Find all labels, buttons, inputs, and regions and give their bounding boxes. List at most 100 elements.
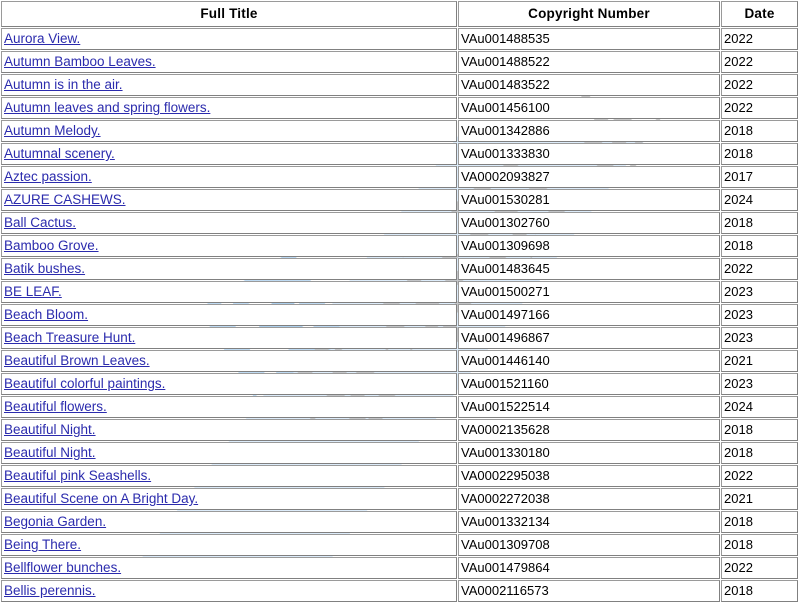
cell-full-title: Batik bushes. — [1, 258, 457, 280]
cell-full-title: Autumnal scenery. — [1, 143, 457, 165]
title-link[interactable]: Aurora View. — [4, 31, 80, 46]
cell-date: 2023 — [721, 373, 798, 395]
title-link[interactable]: Beautiful Brown Leaves. — [4, 353, 150, 368]
title-link[interactable]: Autumn leaves and spring flowers. — [4, 100, 210, 115]
cell-copyright-number: VAu001488535 — [458, 28, 720, 50]
cell-full-title: Autumn leaves and spring flowers. — [1, 97, 457, 119]
table-row: Beautiful Brown Leaves. VAu001446140 2021 — [1, 350, 798, 372]
cell-date: 2022 — [721, 97, 798, 119]
title-link[interactable]: Being There. — [4, 537, 81, 552]
title-link[interactable]: Beach Treasure Hunt. — [4, 330, 135, 345]
cell-copyright-number: VA0002135628 — [458, 419, 720, 441]
cell-date: 2018 — [721, 419, 798, 441]
cell-copyright-number: VAu001500271 — [458, 281, 720, 303]
table-header-row: Full Title Copyright Number Date — [1, 1, 798, 27]
column-header-date[interactable]: Date — [721, 1, 798, 27]
cell-copyright-number: VAu001522514 — [458, 396, 720, 418]
cell-date: 2018 — [721, 235, 798, 257]
table-header: Full Title Copyright Number Date — [1, 1, 798, 27]
cell-full-title: Beautiful colorful paintings. — [1, 373, 457, 395]
table-row: Bellflower bunches. VAu001479864 2022 — [1, 557, 798, 579]
table-row: Beautiful pink Seashells. VA0002295038 202… — [1, 465, 798, 487]
title-link[interactable]: Aztec passion. — [4, 169, 92, 184]
cell-date: 2023 — [721, 327, 798, 349]
cell-full-title: Ball Cactus. — [1, 212, 457, 234]
table-row: Beautiful flowers. VAu001522514 2024 — [1, 396, 798, 418]
table-row: Beach Bloom. VAu001497166 2023 — [1, 304, 798, 326]
title-link[interactable]: Bamboo Grove. — [4, 238, 99, 253]
title-link[interactable]: Autumnal scenery. — [4, 146, 115, 161]
cell-copyright-number: VAu001530281 — [458, 189, 720, 211]
cell-full-title: Beach Treasure Hunt. — [1, 327, 457, 349]
table-row: Autumn Melody. VAu001342886 2018 — [1, 120, 798, 142]
cell-copyright-number: VAu001483645 — [458, 258, 720, 280]
title-link[interactable]: Beautiful Night. — [4, 422, 96, 437]
cell-full-title: Beautiful Night. — [1, 419, 457, 441]
cell-copyright-number: VAu001496867 — [458, 327, 720, 349]
cell-date: 2018 — [721, 143, 798, 165]
table-row: Autumn is in the air. VAu001483522 2022 — [1, 74, 798, 96]
cell-copyright-number: VA0002116573 — [458, 580, 720, 602]
cell-date: 2022 — [721, 557, 798, 579]
cell-full-title: Autumn is in the air. — [1, 74, 457, 96]
cell-full-title: Beautiful pink Seashells. — [1, 465, 457, 487]
title-link[interactable]: Beautiful pink Seashells. — [4, 468, 151, 483]
cell-date: 2022 — [721, 28, 798, 50]
column-header-copyright-number[interactable]: Copyright Number — [458, 1, 720, 27]
cell-full-title: AZURE CASHEWS. — [1, 189, 457, 211]
table-row: Bellis perennis. VA0002116573 2018 — [1, 580, 798, 602]
title-link[interactable]: Ball Cactus. — [4, 215, 76, 230]
table-row: Beautiful Night. VAu001330180 2018 — [1, 442, 798, 464]
cell-full-title: Beach Bloom. — [1, 304, 457, 326]
title-link[interactable]: Begonia Garden. — [4, 514, 106, 529]
table-row: Aurora View. VAu001488535 2022 — [1, 28, 798, 50]
title-link[interactable]: Beautiful flowers. — [4, 399, 107, 414]
cell-copyright-number: VAu001483522 — [458, 74, 720, 96]
table-row: Beach Treasure Hunt. VAu001496867 2023 — [1, 327, 798, 349]
cell-date: 2018 — [721, 511, 798, 533]
title-link[interactable]: AZURE CASHEWS. — [4, 192, 126, 207]
cell-copyright-number: VAu001479864 — [458, 557, 720, 579]
title-link[interactable]: Beautiful Night. — [4, 445, 96, 460]
title-link[interactable]: Autumn Bamboo Leaves. — [4, 54, 156, 69]
cell-date: 2023 — [721, 281, 798, 303]
title-link[interactable]: Bellflower bunches. — [4, 560, 121, 575]
cell-date: 2022 — [721, 74, 798, 96]
cell-full-title: Aztec passion. — [1, 166, 457, 188]
table-body: Aurora View. VAu001488535 2022 Autumn Bambo… — [1, 28, 798, 602]
title-link[interactable]: Beautiful Scene on A Bright Day. — [4, 491, 198, 506]
cell-full-title: Beautiful Night. — [1, 442, 457, 464]
table-row: Ball Cactus. VAu001302760 2018 — [1, 212, 798, 234]
table-row: Beautiful colorful paintings. VAu00152116… — [1, 373, 798, 395]
table-row: AZURE CASHEWS. VAu001530281 2024 — [1, 189, 798, 211]
cell-full-title: Bamboo Grove. — [1, 235, 457, 257]
column-header-full-title[interactable]: Full Title — [1, 1, 457, 27]
cell-copyright-number: VAu001521160 — [458, 373, 720, 395]
table-row: Autumnal scenery. VAu001333830 2018 — [1, 143, 798, 165]
cell-date: 2022 — [721, 465, 798, 487]
cell-full-title: Beautiful Brown Leaves. — [1, 350, 457, 372]
cell-date: 2018 — [721, 120, 798, 142]
cell-copyright-number: VAu001497166 — [458, 304, 720, 326]
cell-date: 2018 — [721, 534, 798, 556]
cell-full-title: BE LEAF. — [1, 281, 457, 303]
title-link[interactable]: Bellis perennis. — [4, 583, 96, 598]
cell-copyright-number: VAu001309698 — [458, 235, 720, 257]
cell-full-title: Aurora View. — [1, 28, 457, 50]
cell-full-title: Autumn Melody. — [1, 120, 457, 142]
title-link[interactable]: Beach Bloom. — [4, 307, 88, 322]
cell-copyright-number: VAu001309708 — [458, 534, 720, 556]
title-link[interactable]: Beautiful colorful paintings. — [4, 376, 165, 391]
table-row: Autumn Bamboo Leaves. VAu001488522 2022 — [1, 51, 798, 73]
title-link[interactable]: Autumn is in the air. — [4, 77, 123, 92]
cell-copyright-number: VAu001342886 — [458, 120, 720, 142]
cell-full-title: Beautiful flowers. — [1, 396, 457, 418]
cell-copyright-number: VAu001488522 — [458, 51, 720, 73]
table-row: BE LEAF. VAu001500271 2023 — [1, 281, 798, 303]
table-row: Beautiful Night. VA0002135628 2018 — [1, 419, 798, 441]
title-link[interactable]: Autumn Melody. — [4, 123, 101, 138]
cell-date: 2022 — [721, 51, 798, 73]
title-link[interactable]: Batik bushes. — [4, 261, 85, 276]
cell-copyright-number: VAu001456100 — [458, 97, 720, 119]
title-link[interactable]: BE LEAF. — [4, 284, 62, 299]
